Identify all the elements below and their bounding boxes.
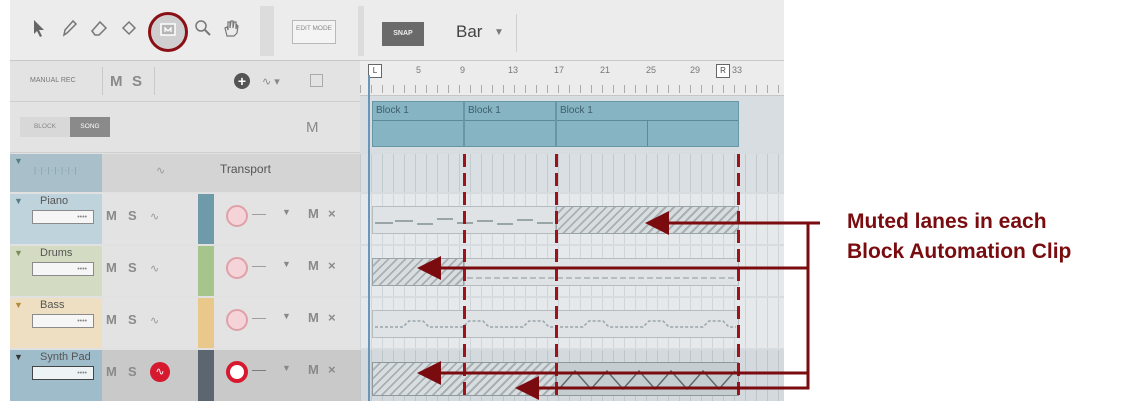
callout-line: Muted lanes in each (847, 210, 1047, 233)
callout-arrow (515, 223, 810, 400)
callout-text: Muted lanes in each Block Automation Cli… (847, 207, 1071, 267)
callout-line: Block Automation Clip (847, 240, 1072, 263)
callout-arrows (417, 211, 820, 400)
